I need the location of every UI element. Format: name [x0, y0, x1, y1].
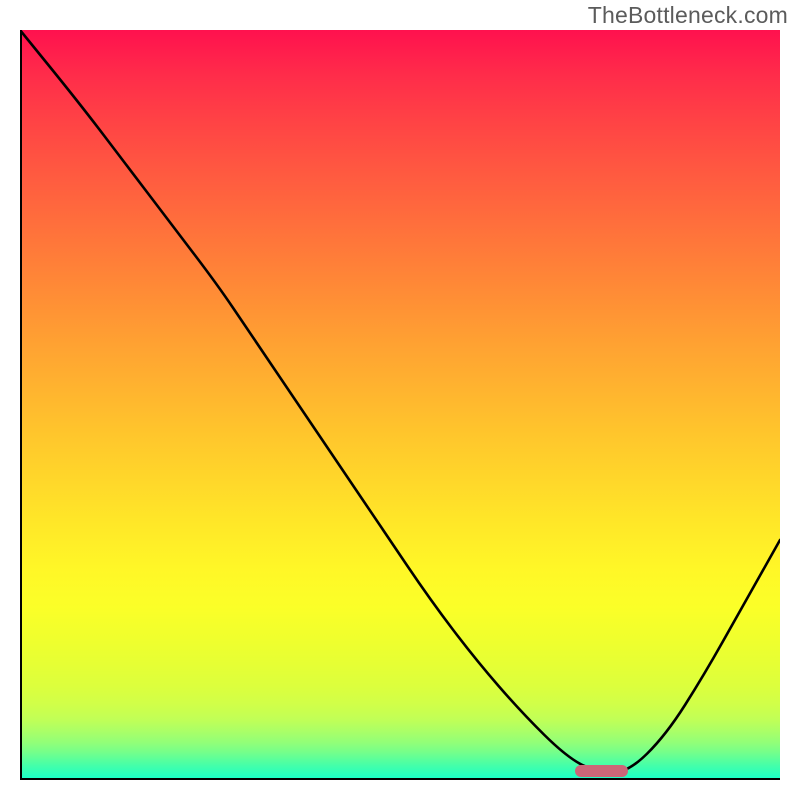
plot-area	[20, 30, 780, 780]
optimal-marker	[575, 765, 628, 777]
watermark-text: TheBottleneck.com	[588, 2, 788, 29]
gradient-background	[20, 30, 780, 780]
